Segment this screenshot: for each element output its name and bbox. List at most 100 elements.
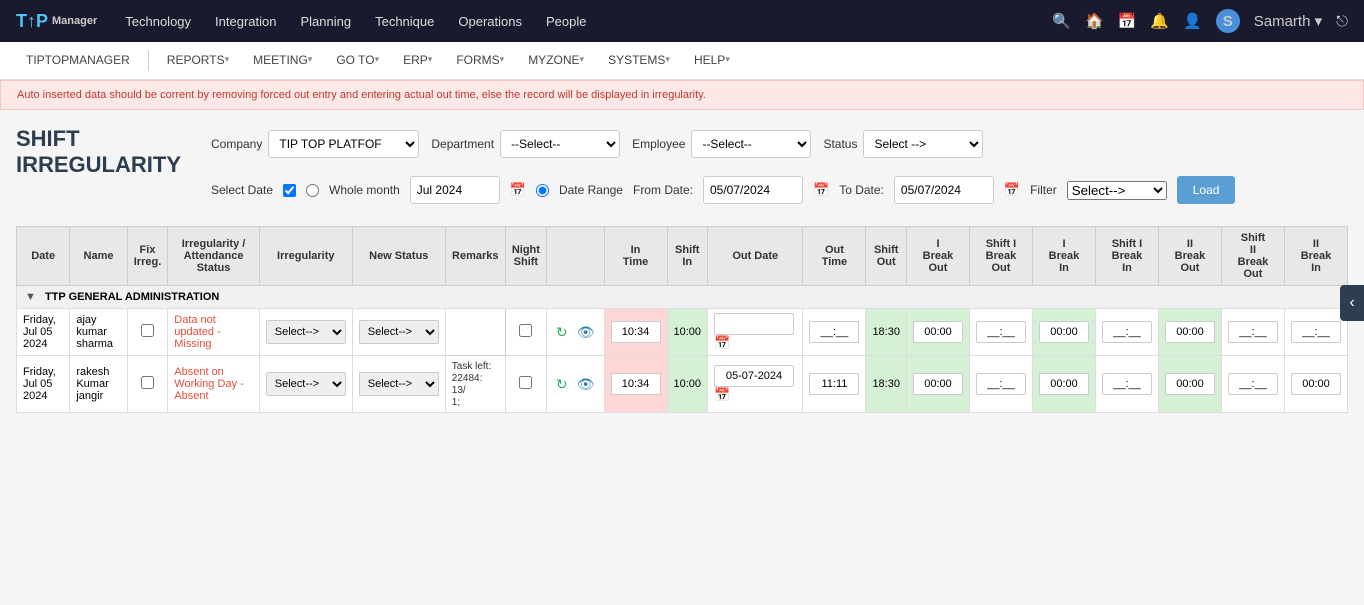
ii-break-out-input-2[interactable]: [1165, 373, 1215, 395]
new-status-select-2[interactable]: Select-->: [359, 372, 439, 396]
department-select[interactable]: --Select--: [500, 130, 620, 158]
employee-select[interactable]: --Select--: [691, 130, 811, 158]
main-content: ShiftIrregularity Company TIP TOP PLATFO…: [0, 110, 1364, 413]
group-toggle-icon[interactable]: ▼: [25, 291, 36, 303]
cell-shift-out-1: 18:30: [866, 309, 907, 356]
user-name[interactable]: Samarth ▾: [1254, 12, 1322, 30]
shift-i-break-in-input-1[interactable]: [1102, 321, 1152, 343]
th-shift-in: ShiftIn: [667, 227, 708, 286]
bell-icon[interactable]: 🔔: [1150, 12, 1169, 30]
eye-icon-1[interactable]: 👁: [574, 324, 598, 340]
nav-systems[interactable]: SYSTEMS ▾: [598, 42, 680, 80]
th-shift-ii-break-out: ShiftIIBreakOut: [1221, 227, 1284, 286]
select-date-checkbox[interactable]: [283, 184, 296, 197]
i-break-in-input-2[interactable]: [1039, 373, 1089, 395]
home-icon[interactable]: 🏠: [1085, 12, 1104, 30]
ii-break-in-input-2[interactable]: [1291, 373, 1341, 395]
date-range-label: Date Range: [559, 183, 623, 197]
nav-goto[interactable]: GO TO ▾: [326, 42, 389, 80]
shift-i-break-out-input-1[interactable]: [976, 321, 1026, 343]
out-date-input-2[interactable]: [714, 365, 794, 387]
irregularity-select-2[interactable]: Select-->: [266, 372, 346, 396]
cell-shift-i-break-in-2: [1095, 356, 1158, 413]
out-time-input-1[interactable]: [809, 321, 859, 343]
whole-month-label: Whole month: [329, 183, 400, 197]
date-range-radio[interactable]: [536, 184, 549, 197]
nav-meeting[interactable]: MEETING ▾: [243, 42, 322, 80]
irregularity-table: Date Name FixIrreg. Irregularity /Attend…: [16, 226, 1348, 413]
whole-month-radio[interactable]: [306, 184, 319, 197]
new-status-select-1[interactable]: Select-->: [359, 320, 439, 344]
i-break-in-input-1[interactable]: [1039, 321, 1089, 343]
ii-break-in-input-1[interactable]: [1291, 321, 1341, 343]
load-button[interactable]: Load: [1177, 176, 1236, 204]
fix-checkbox-2[interactable]: [141, 376, 154, 389]
out-date-cal-2[interactable]: 📅: [714, 387, 730, 402]
nav-technology[interactable]: Technology: [125, 14, 191, 29]
i-break-out-input-1[interactable]: [913, 321, 963, 343]
company-label: Company: [211, 137, 262, 151]
cell-i-break-in-2: [1032, 356, 1095, 413]
date-input[interactable]: [410, 176, 500, 204]
shift-i-break-in-input-2[interactable]: [1102, 373, 1152, 395]
cell-icons-1: ↻ 👁: [546, 309, 604, 356]
night-shift-checkbox-2[interactable]: [519, 376, 532, 389]
reports-arrow: ▾: [225, 54, 230, 65]
group-header-cell: ▼ TTP GENERAL ADMINISTRATION: [17, 286, 1348, 309]
in-time-input-2[interactable]: [611, 373, 661, 395]
nav-operations[interactable]: Operations: [458, 14, 522, 29]
filters-row: Company TIP TOP PLATFOF Department --Sel…: [211, 130, 1235, 158]
search-icon[interactable]: 🔍: [1052, 12, 1071, 30]
logout-icon[interactable]: ⎋: [1336, 13, 1348, 30]
company-select[interactable]: TIP TOP PLATFOF: [268, 130, 419, 158]
nav-erp[interactable]: ERP ▾: [393, 42, 442, 80]
cell-shift-i-break-out-1: [969, 309, 1032, 356]
shift-ii-break-out-input-2[interactable]: [1228, 373, 1278, 395]
out-date-cal-1[interactable]: 📅: [714, 335, 730, 350]
nav-people[interactable]: People: [546, 14, 586, 29]
in-time-input-1[interactable]: [611, 321, 661, 343]
from-date-input[interactable]: [703, 176, 803, 204]
alert-text: Auto inserted data should be corrent by …: [17, 89, 706, 101]
cell-shift-ii-break-out-1: [1221, 309, 1284, 356]
cell-new-status-2: Select-->: [352, 356, 445, 413]
th-in-time: InTime: [604, 227, 667, 286]
nav-integration[interactable]: Integration: [215, 14, 276, 29]
cell-irreg-status-2: Absent on Working Day - Absent: [168, 356, 260, 413]
to-date-calendar-icon[interactable]: 📅: [1004, 182, 1020, 198]
fix-checkbox-1[interactable]: [141, 324, 154, 337]
calendar-icon[interactable]: 📅: [1118, 12, 1137, 30]
out-date-input-1[interactable]: [714, 313, 794, 335]
eye-icon-2[interactable]: 👁: [574, 376, 598, 392]
refresh-icon-2[interactable]: ↻: [553, 376, 571, 392]
nav-planning[interactable]: Planning: [300, 14, 351, 29]
refresh-icon-1[interactable]: ↻: [553, 324, 571, 340]
nav-tiptopmanager[interactable]: TIPTOPMANAGER: [16, 42, 140, 80]
cell-ii-break-in-2: [1284, 356, 1347, 413]
date-calendar-icon[interactable]: 📅: [510, 182, 526, 198]
ii-break-out-input-1[interactable]: [1165, 321, 1215, 343]
scroll-left-button[interactable]: ‹: [1340, 285, 1364, 321]
irregularity-select-1[interactable]: Select-->: [266, 320, 346, 344]
nav-help[interactable]: HELP ▾: [684, 42, 740, 80]
i-break-out-input-2[interactable]: [913, 373, 963, 395]
group-header-row: ▼ TTP GENERAL ADMINISTRATION: [17, 286, 1348, 309]
filter-select[interactable]: Select-->: [1067, 181, 1167, 200]
nav-reports[interactable]: REPORTS ▾: [157, 42, 239, 80]
nav-myzone[interactable]: MYZONE ▾: [518, 42, 594, 80]
from-date-calendar-icon[interactable]: 📅: [813, 182, 829, 198]
cell-shift-out-2: 18:30: [866, 356, 907, 413]
shift-ii-break-out-input-1[interactable]: [1228, 321, 1278, 343]
meeting-arrow: ▾: [308, 54, 313, 65]
user-icon[interactable]: 👤: [1183, 12, 1202, 30]
out-time-input-2[interactable]: [809, 373, 859, 395]
forms-arrow: ▾: [500, 54, 505, 65]
to-date-input[interactable]: [894, 176, 994, 204]
cell-name-2: rakesh Kumar jangir: [70, 356, 127, 413]
shift-i-break-out-input-2[interactable]: [976, 373, 1026, 395]
nav-technique[interactable]: Technique: [375, 14, 434, 29]
nav-forms[interactable]: FORMS ▾: [446, 42, 514, 80]
night-shift-checkbox-1[interactable]: [519, 324, 532, 337]
status-select[interactable]: Select -->: [863, 130, 983, 158]
th-out-date: Out Date: [708, 227, 803, 286]
